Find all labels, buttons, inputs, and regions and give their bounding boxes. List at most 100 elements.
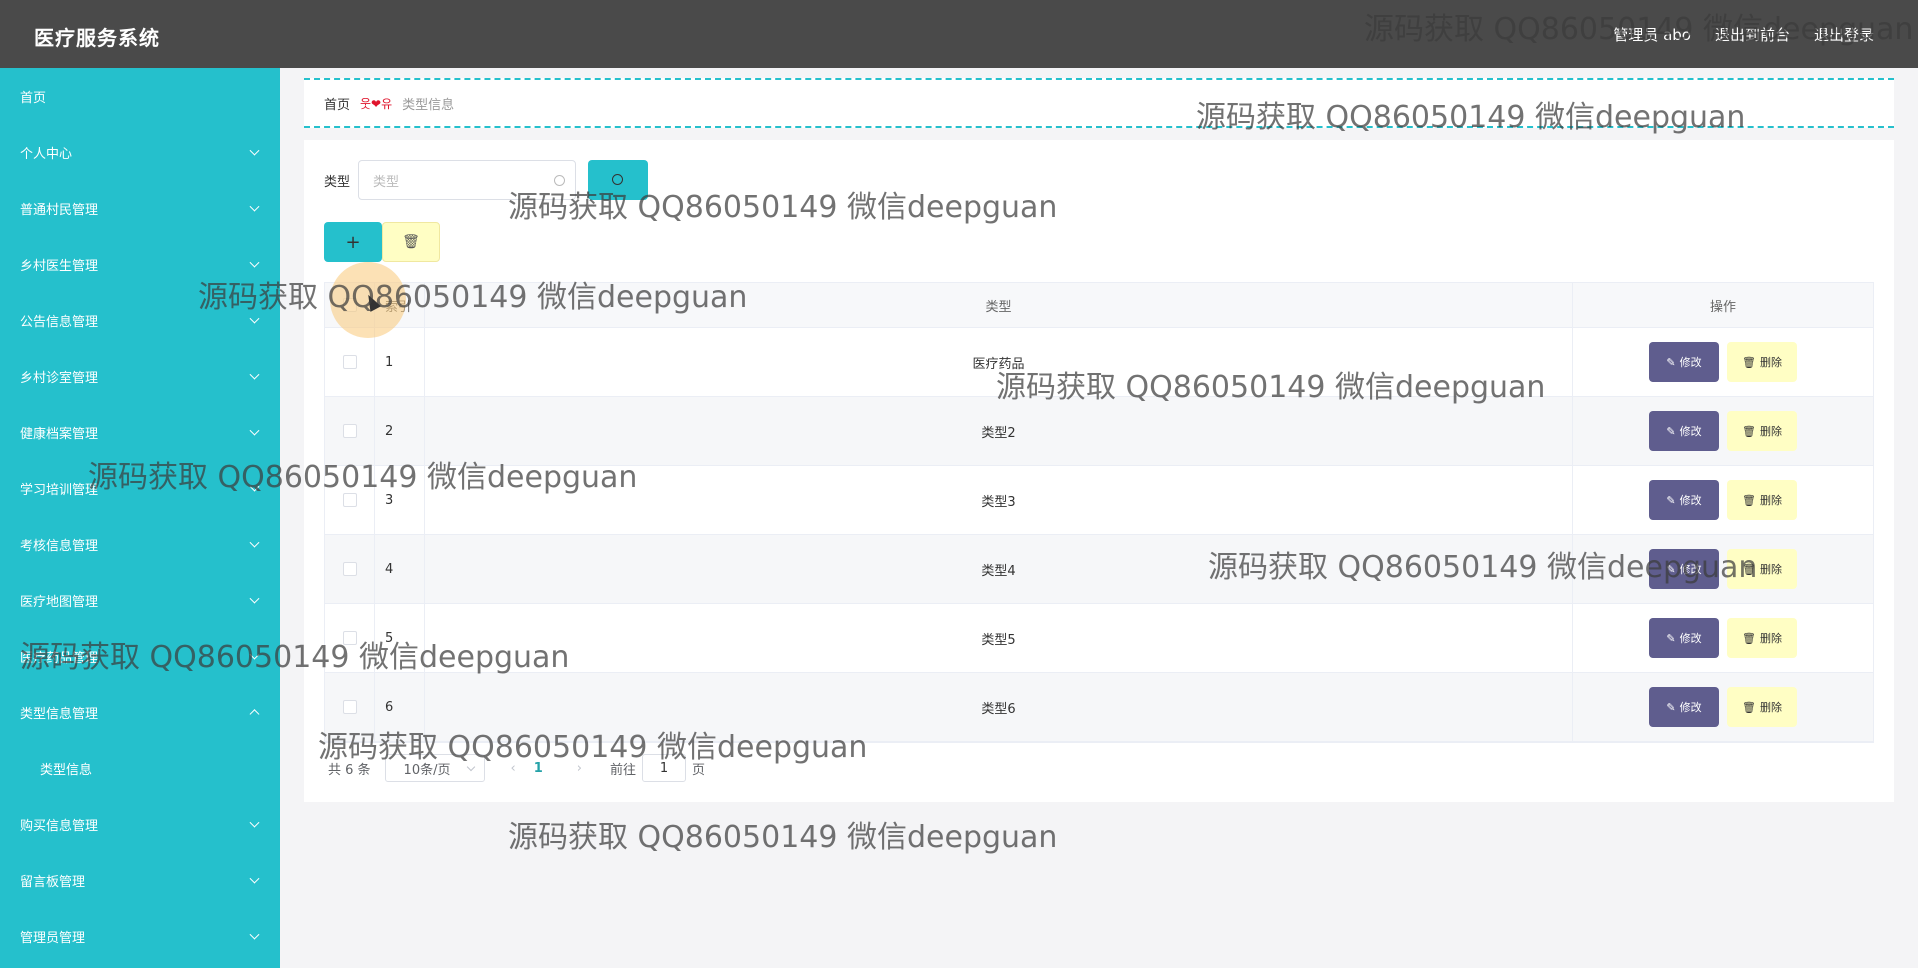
page-size-value: 10条/页	[403, 762, 451, 778]
sidebar-item-doctors[interactable]: 乡村医生管理	[0, 236, 280, 292]
trash-icon: 🗑	[1742, 562, 1756, 576]
row-checkbox[interactable]	[342, 631, 357, 645]
chevron-down-icon	[249, 929, 260, 940]
sidebar-item-profile[interactable]: 个人中心	[0, 124, 280, 180]
edit-button[interactable]: ✎ 修改	[1649, 687, 1719, 727]
goto-page-input[interactable]: 1	[642, 754, 687, 782]
sidebar-item-label: 公告信息管理	[20, 314, 99, 330]
next-page-icon[interactable]: ›	[577, 761, 582, 776]
delete-label: 删除	[1759, 632, 1782, 645]
goto-suffix: 页	[692, 762, 706, 778]
search-icon	[554, 175, 566, 186]
row-checkbox-cell	[325, 673, 375, 741]
sidebar-item-medical-map[interactable]: 医疗地图管理	[0, 572, 280, 628]
edit-icon: ✎	[1666, 562, 1676, 576]
breadcrumb-home[interactable]: 首页	[324, 94, 350, 113]
row-type: 类型3	[425, 466, 1573, 534]
sidebar-item-label: 首页	[20, 90, 47, 106]
delete-button[interactable]: 🗑 删除	[1727, 549, 1797, 589]
sidebar-item-messages[interactable]: 留言板管理	[0, 852, 280, 908]
edit-label: 修改	[1679, 356, 1702, 369]
chevron-down-icon	[249, 257, 260, 268]
row-index: 1	[375, 328, 425, 396]
add-button[interactable]: +	[324, 222, 382, 262]
chevron-down-icon	[249, 145, 260, 156]
edit-button[interactable]: ✎ 修改	[1649, 411, 1719, 451]
row-checkbox[interactable]	[342, 424, 357, 438]
sidebar-item-clinics[interactable]: 乡村诊室管理	[0, 348, 280, 404]
sidebar-item-home[interactable]: 首页	[0, 68, 280, 124]
batch-delete-button[interactable]: 🗑	[382, 222, 440, 262]
sidebar-item-label: 健康档案管理	[20, 426, 99, 442]
sidebar-item-label: 学习培训管理	[20, 482, 99, 498]
search-row: 类型 类型	[324, 160, 649, 200]
search-input[interactable]: 类型	[358, 160, 577, 200]
sidebar-item-admins[interactable]: 管理员管理	[0, 908, 280, 964]
edit-button[interactable]: ✎ 修改	[1649, 342, 1719, 382]
top-bar: 医疗服务系统 管理员 abo 退出到前台 退出登录	[0, 0, 1918, 68]
row-checkbox[interactable]	[342, 700, 357, 714]
to-front-link[interactable]: 退出到前台	[1715, 24, 1790, 45]
row-checkbox-cell	[325, 535, 375, 603]
chevron-down-icon	[249, 201, 260, 212]
chevron-down-icon	[249, 817, 260, 828]
total-count: 共 6 条	[328, 762, 371, 778]
sidebar-item-notices[interactable]: 公告信息管理	[0, 292, 280, 348]
row-index: 2	[375, 397, 425, 465]
chevron-down-icon	[466, 762, 475, 772]
search-icon	[612, 174, 624, 185]
edit-button[interactable]: ✎ 修改	[1649, 618, 1719, 658]
prev-page-icon[interactable]: ‹	[511, 761, 516, 776]
delete-button[interactable]: 🗑 删除	[1727, 480, 1797, 520]
sidebar-item-type-management[interactable]: 类型信息管理	[0, 684, 280, 740]
sidebar-item-drugs[interactable]: 医疗药品管理	[0, 628, 280, 684]
app-title: 医疗服务系统	[34, 26, 160, 50]
delete-button[interactable]: 🗑 删除	[1727, 687, 1797, 727]
delete-button[interactable]: 🗑 删除	[1727, 618, 1797, 658]
goto-prefix: 前往	[610, 762, 637, 778]
watermark: 源码获取 QQ86050149 微信deepguan	[508, 820, 1058, 855]
delete-button[interactable]: 🗑 删除	[1727, 411, 1797, 451]
sidebar-item-assessment[interactable]: 考核信息管理	[0, 516, 280, 572]
row-checkbox-cell	[325, 397, 375, 465]
page-size-select[interactable]: 10条/页	[384, 754, 485, 782]
trash-icon: 🗑	[1742, 631, 1756, 645]
row-checkbox[interactable]	[342, 493, 357, 507]
row-index: 5	[375, 604, 425, 672]
type-table: 索引 类型 操作 1 医疗药品 ✎修改 🗑删除 2 类型2 ✎修改 🗑删除 3	[324, 282, 1874, 743]
sidebar: 首页 个人中心 普通村民管理 乡村医生管理 公告信息管理 乡村诊室管理 健康档案…	[0, 68, 280, 968]
plus-icon: +	[345, 231, 361, 253]
breadcrumb: 首页 웃❤유 类型信息	[304, 78, 1894, 128]
search-button[interactable]	[588, 160, 649, 200]
table-row: 2 类型2 ✎ 修改 🗑 删除	[325, 397, 1873, 466]
trash-icon: 🗑	[1742, 355, 1756, 369]
sidebar-item-villagers[interactable]: 普通村民管理	[0, 180, 280, 236]
edit-icon: ✎	[1666, 355, 1676, 369]
chevron-down-icon	[249, 593, 260, 604]
delete-label: 删除	[1759, 425, 1782, 438]
trash-icon: 🗑	[1742, 493, 1756, 507]
row-checkbox[interactable]	[342, 562, 357, 576]
table-row: 3 类型3 ✎ 修改 🗑 删除	[325, 466, 1873, 535]
sidebar-item-label: 类型信息管理	[20, 706, 99, 722]
edit-label: 修改	[1679, 563, 1702, 576]
sidebar-item-training[interactable]: 学习培训管理	[0, 460, 280, 516]
edit-button[interactable]: ✎ 修改	[1649, 480, 1719, 520]
row-checkbox[interactable]	[342, 355, 357, 369]
edit-label: 修改	[1679, 632, 1702, 645]
sidebar-item-label: 医疗药品管理	[20, 650, 99, 666]
row-actions: ✎ 修改 🗑 删除	[1573, 673, 1873, 741]
header-actions: 管理员 abo 退出到前台 退出登录	[1613, 24, 1874, 45]
sidebar-item-purchases[interactable]: 购买信息管理	[0, 796, 280, 852]
delete-button[interactable]: 🗑 删除	[1727, 342, 1797, 382]
chevron-down-icon	[249, 537, 260, 548]
edit-button[interactable]: ✎ 修改	[1649, 549, 1719, 589]
sidebar-item-label: 考核信息管理	[20, 538, 99, 554]
sidebar-item-type-info[interactable]: 类型信息	[0, 740, 280, 796]
delete-label: 删除	[1759, 563, 1782, 576]
sidebar-item-label: 普通村民管理	[20, 202, 99, 218]
table-row: 1 医疗药品 ✎ 修改 🗑 删除	[325, 328, 1873, 397]
sidebar-item-health-records[interactable]: 健康档案管理	[0, 404, 280, 460]
logout-link[interactable]: 退出登录	[1814, 24, 1874, 45]
page-number[interactable]: 1	[534, 761, 543, 776]
